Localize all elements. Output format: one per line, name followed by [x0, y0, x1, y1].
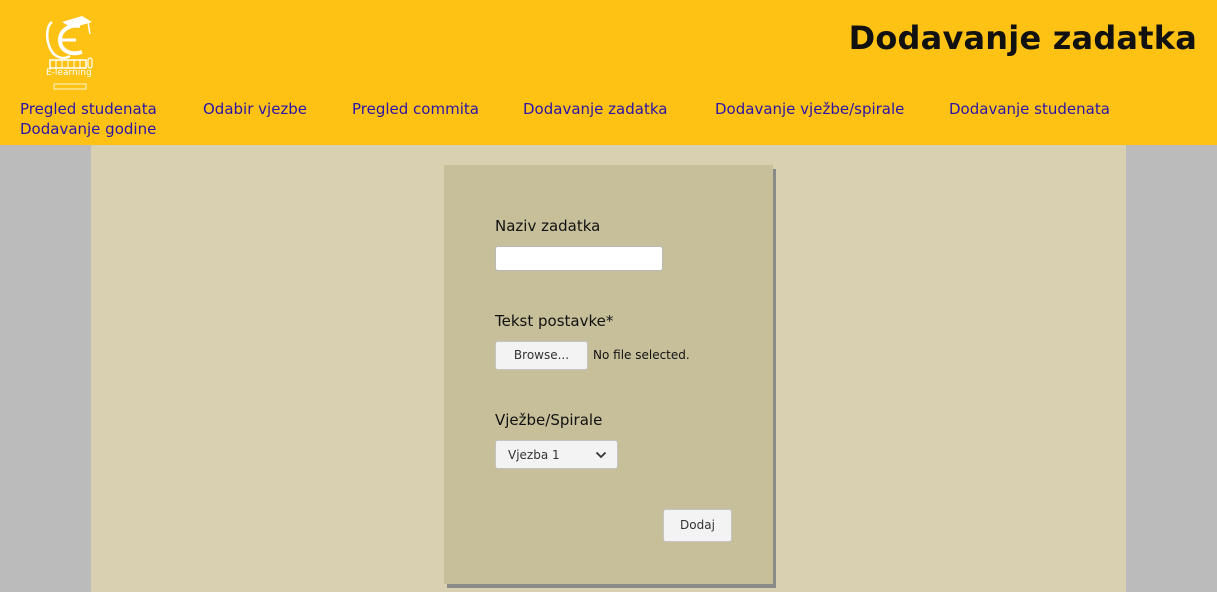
exercise-label: Vježbe/Spirale [495, 411, 603, 429]
nav-item-dodavanje-godine[interactable]: Dodavanje godine [20, 120, 156, 138]
task-name-label: Naziv zadatka [495, 217, 601, 235]
add-button[interactable]: Dodaj [663, 509, 732, 542]
nav-item-odabir-vjezbe[interactable]: Odabir vjezbe [203, 100, 307, 118]
nav-item-pregled-studenata[interactable]: Pregled studenata [20, 100, 157, 118]
nav-item-pregled-commita[interactable]: Pregled commita [352, 100, 479, 118]
exercise-select-value: Vjezba 1 [508, 448, 560, 462]
task-name-input[interactable] [495, 246, 663, 271]
header: E-learning Dodavanje zadatka Pregled stu… [0, 0, 1217, 145]
nav-item-dodavanje-zadatka[interactable]: Dodavanje zadatka [523, 100, 667, 118]
logo-text: E-learning [46, 68, 92, 78]
elearning-logo[interactable]: E-learning [40, 12, 100, 90]
add-task-form: Naziv zadatka Tekst postavke* Browse... … [444, 165, 773, 584]
nav-item-dodavanje-vjezbe-spirale[interactable]: Dodavanje vježbe/spirale [715, 100, 904, 118]
assignment-text-label: Tekst postavke* [495, 312, 614, 330]
nav-item-dodavanje-studenata[interactable]: Dodavanje studenata [949, 100, 1110, 118]
exercise-select[interactable]: Vjezba 1 [495, 440, 618, 469]
graduation-cap-e-logo-icon [46, 16, 93, 90]
page-title: Dodavanje zadatka [848, 19, 1197, 57]
browse-button[interactable]: Browse... [495, 341, 588, 370]
chevron-down-icon [595, 451, 607, 459]
file-status-text: No file selected. [593, 348, 690, 362]
